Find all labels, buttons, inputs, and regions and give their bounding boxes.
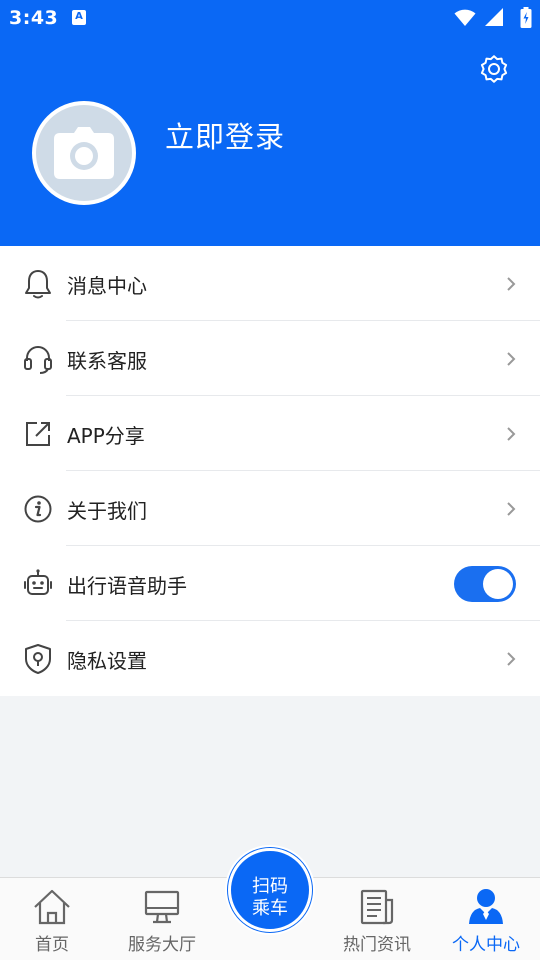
user-icon <box>465 886 507 928</box>
nav-item-personal-center[interactable]: 个人中心 <box>434 878 538 960</box>
chevron-right-icon <box>507 427 516 441</box>
menu-item-label: 联系客服 <box>67 349 147 373</box>
chevron-right-icon <box>507 352 516 366</box>
nav-item-home[interactable]: 首页 <box>0 878 104 960</box>
settings-button[interactable] <box>476 51 512 87</box>
menu-item-voice-assistant: 出行语音助手 <box>0 546 540 621</box>
voice-assistant-toggle[interactable] <box>454 566 516 602</box>
bell-icon <box>22 268 54 300</box>
menu-item-app-share[interactable]: APP分享 <box>0 396 540 471</box>
nav-label: 首页 <box>35 935 69 955</box>
status-bar: 3:43 A <box>0 0 540 36</box>
shield-icon <box>22 643 54 675</box>
share-icon <box>22 418 54 450</box>
menu-item-messages[interactable]: 消息中心 <box>0 246 540 321</box>
menu-item-label: APP分享 <box>67 424 145 448</box>
nav-label: 热门资讯 <box>343 935 411 955</box>
notification-badge: A <box>72 10 86 25</box>
gear-icon <box>480 55 508 83</box>
status-time: 3:43 <box>9 7 59 29</box>
battery-icon <box>520 7 532 28</box>
menu-item-label: 隐私设置 <box>67 649 147 673</box>
scan-to-ride-button[interactable]: 扫码 乘车 <box>225 845 315 935</box>
monitor-icon <box>141 886 183 928</box>
nav-label: 个人中心 <box>452 935 520 955</box>
robot-icon <box>22 568 54 600</box>
scan-button-circle: 扫码 乘车 <box>228 848 312 932</box>
nav-label: 服务大厅 <box>128 935 196 955</box>
chevron-right-icon <box>507 277 516 291</box>
info-icon <box>22 493 54 525</box>
nav-item-hot-news[interactable]: 热门资讯 <box>325 878 429 960</box>
menu-item-label: 关于我们 <box>67 499 147 523</box>
menu-item-about-us[interactable]: 关于我们 <box>0 471 540 546</box>
wifi-icon <box>454 9 476 26</box>
headset-icon <box>22 343 54 375</box>
profile-header: 3:43 A 立即登录 <box>0 0 540 246</box>
menu-item-customer-service[interactable]: 联系客服 <box>0 321 540 396</box>
toggle-knob <box>483 569 513 599</box>
menu-item-privacy-settings[interactable]: 隐私设置 <box>0 621 540 696</box>
home-icon <box>31 886 73 928</box>
menu-item-label: 消息中心 <box>67 274 147 298</box>
signal-icon <box>485 8 503 26</box>
chevron-right-icon <box>507 502 516 516</box>
settings-menu: 消息中心 联系客服 APP分享 关于我们 出行语音助手 隐私设置 <box>0 246 540 696</box>
nav-item-service-hall[interactable]: 服务大厅 <box>108 878 216 960</box>
chevron-right-icon <box>507 652 516 666</box>
news-icon <box>356 886 398 928</box>
login-link[interactable]: 立即登录 <box>165 114 285 156</box>
avatar[interactable] <box>32 101 136 205</box>
camera-icon <box>54 127 114 179</box>
menu-item-label: 出行语音助手 <box>67 574 187 598</box>
scan-label-line2: 乘车 <box>252 898 288 919</box>
